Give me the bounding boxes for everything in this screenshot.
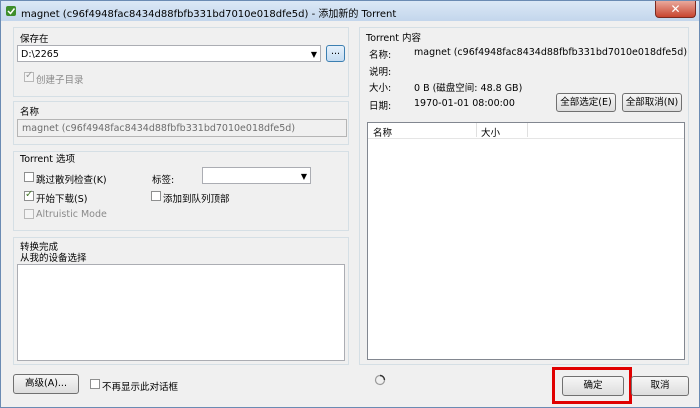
cancel-button[interactable]: 取消 — [631, 376, 689, 396]
skip-hash-label: 跳过散列检查(K) — [36, 175, 107, 186]
content-name-label: 名称: — [369, 50, 392, 61]
check-icon: ✓ — [25, 189, 34, 200]
select-all-button[interactable]: 全部选定(E) — [556, 93, 616, 112]
torrent-options-label: Torrent 选项 — [20, 154, 76, 165]
ok-highlight-box — [552, 367, 632, 404]
browse-label: ... — [330, 46, 341, 57]
browse-button[interactable]: ... — [326, 45, 345, 62]
app-icon — [6, 6, 16, 16]
date-label: 日期: — [369, 101, 392, 112]
column-header-size[interactable]: 大小 — [481, 125, 500, 139]
size-label: 大小: — [369, 83, 392, 94]
queue-top-checkbox[interactable] — [151, 191, 161, 201]
skip-hash-checkbox[interactable] — [24, 172, 34, 182]
torrent-content-label: Torrent 内容 — [366, 33, 422, 44]
check-icon: ✓ — [25, 70, 34, 81]
window-title: magnet (c96f4948fac8434d88fbfb331bd7010e… — [21, 9, 397, 20]
deselect-all-label: 全部取消(N) — [625, 97, 679, 108]
chevron-down-icon: ▼ — [300, 172, 307, 181]
file-list-header: 名称 大小 — [368, 123, 684, 139]
create-subfolder-checkbox[interactable]: ✓ — [24, 70, 34, 82]
tag-label: 标签: — [152, 175, 175, 186]
description-label: 说明: — [369, 67, 392, 78]
column-header-name[interactable]: 名称 — [373, 125, 392, 139]
deselect-all-button[interactable]: 全部取消(N) — [622, 93, 682, 112]
save-path-combo[interactable]: D:\2265 ▼ — [17, 45, 321, 62]
date-value: 1970-01-01 08:00:00 — [414, 98, 515, 109]
queue-top-label: 添加到队列顶部 — [163, 194, 230, 205]
add-torrent-dialog: magnet (c96f4948fac8434d88fbfb331bd7010e… — [0, 0, 700, 408]
save-location-group — [13, 27, 349, 97]
device-list[interactable] — [17, 264, 345, 361]
altruistic-label: Altruistic Mode — [36, 209, 107, 220]
save-path-value: D:\2265 — [21, 49, 59, 60]
select-all-label: 全部选定(E) — [560, 97, 612, 108]
start-download-label: 开始下载(S) — [36, 194, 88, 205]
advanced-label: 高级(A)... — [25, 378, 67, 389]
dont-show-checkbox[interactable] — [90, 379, 100, 389]
torrent-name-field: magnet (c96f4948fac8434d88fbfb331bd7010e… — [17, 119, 347, 137]
start-download-checkbox[interactable]: ✓ — [24, 189, 34, 201]
create-subfolder-label: 创建子目录 — [36, 75, 84, 86]
cancel-label: 取消 — [650, 380, 670, 391]
dont-show-label: 不再显示此对话框 — [102, 382, 179, 393]
close-button[interactable]: ✕ — [655, 1, 696, 18]
save-location-label: 保存在 — [20, 34, 49, 45]
content-name-value: magnet (c96f4948fac8434d88fbfb331bd7010e… — [414, 47, 688, 58]
tag-combo[interactable]: ▼ — [202, 167, 311, 184]
close-icon: ✕ — [670, 2, 681, 16]
chevron-down-icon: ▼ — [310, 50, 317, 59]
loading-spinner-icon — [374, 374, 386, 386]
title-bar: magnet (c96f4948fac8434d88fbfb331bd7010e… — [1, 1, 699, 21]
advanced-button[interactable]: 高级(A)... — [13, 374, 79, 394]
size-value: 0 B (磁盘空间: 48.8 GB) — [414, 83, 523, 94]
name-label: 名称 — [20, 107, 40, 118]
torrent-name-value: magnet (c96f4948fac8434d88fbfb331bd7010e… — [22, 123, 296, 134]
column-divider — [527, 123, 528, 137]
convert-sub-label: 从我的设备选择 — [20, 253, 87, 264]
file-list[interactable]: 名称 大小 — [367, 122, 685, 360]
column-divider — [476, 123, 477, 137]
altruistic-checkbox[interactable] — [24, 209, 34, 219]
